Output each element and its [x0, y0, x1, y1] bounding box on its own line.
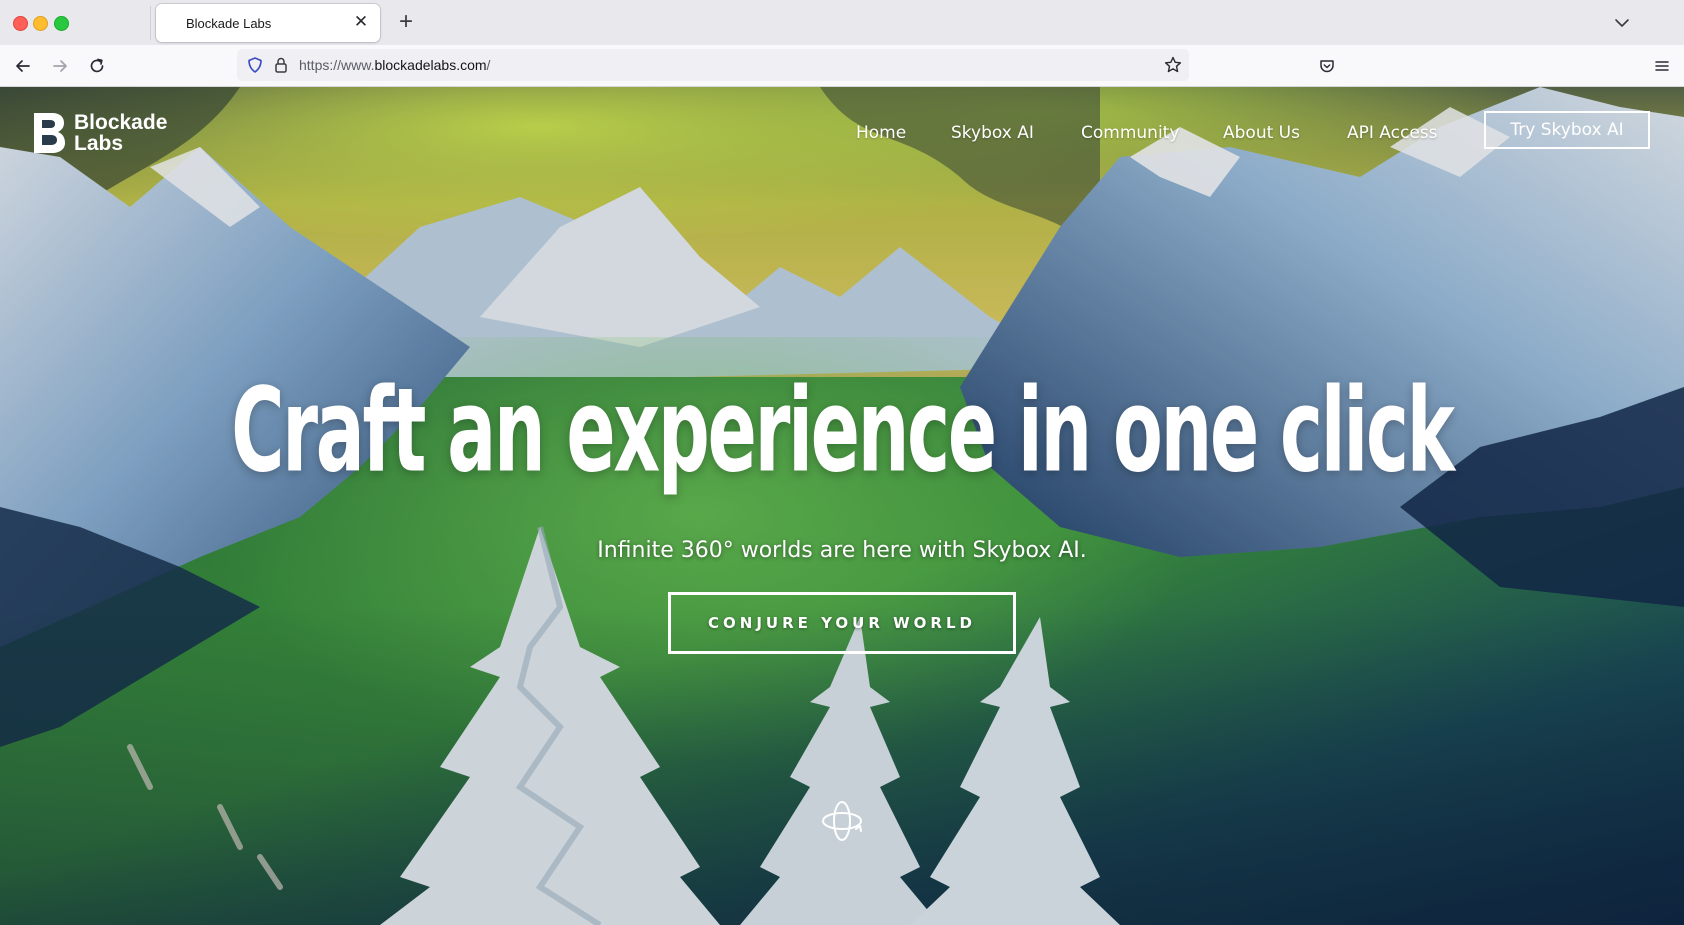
tab-list-chevron-icon[interactable]	[1610, 12, 1634, 34]
url-domain: blockadelabs.com	[374, 57, 487, 73]
app-menu-button[interactable]	[1649, 53, 1675, 79]
url-text[interactable]: https://www.blockadelabs.com/	[299, 57, 490, 73]
new-tab-button[interactable]: +	[393, 9, 419, 35]
lock-icon[interactable]	[272, 56, 290, 74]
forward-button[interactable]	[47, 53, 73, 79]
arrow-left-icon	[16, 60, 30, 72]
pocket-button[interactable]	[1314, 53, 1340, 79]
conjure-world-button[interactable]: CONJURE YOUR WORLD	[668, 592, 1016, 654]
site-navigation: Home Skybox AI Community About Us API Ac…	[0, 123, 1684, 147]
navigation-toolbar: https://www.blockadelabs.com/	[0, 45, 1684, 87]
reload-button[interactable]	[84, 53, 110, 79]
window-close-button[interactable]	[13, 16, 28, 31]
page-viewport: Blockade Labs Home Skybox AI Community A…	[0, 87, 1684, 925]
tab-strip: Blockade Labs ✕ +	[0, 0, 1684, 45]
url-path: /	[486, 57, 491, 73]
window-maximize-button[interactable]	[54, 16, 69, 31]
address-bar[interactable]: https://www.blockadelabs.com/	[237, 49, 1189, 81]
hamburger-icon	[1655, 61, 1669, 71]
tab-close-icon[interactable]: ✕	[351, 12, 371, 32]
reload-icon	[90, 58, 104, 73]
browser-window: Blockade Labs ✕ + https://www.blockadela…	[0, 0, 1684, 925]
arrow-right-icon	[53, 60, 67, 72]
window-minimize-button[interactable]	[33, 16, 48, 31]
nav-api-link[interactable]: API Access	[1347, 123, 1438, 143]
nav-about-link[interactable]: About Us	[1223, 123, 1300, 143]
shield-icon[interactable]	[246, 56, 264, 74]
url-scheme: https://www.	[299, 57, 375, 73]
tab-blockade-labs[interactable]: Blockade Labs ✕	[156, 4, 380, 42]
hero-headline: Craft an experience in one click	[231, 364, 1455, 499]
nav-community-link[interactable]: Community	[1081, 123, 1179, 143]
try-skybox-button[interactable]: Try Skybox AI	[1484, 111, 1650, 149]
tab-divider	[150, 6, 151, 40]
pocket-icon	[1320, 60, 1334, 73]
tab-title: Blockade Labs	[186, 16, 272, 31]
star-icon[interactable]	[1163, 55, 1183, 75]
nav-skybox-link[interactable]: Skybox AI	[951, 123, 1034, 143]
hero-subheadline: Infinite 360° worlds are here with Skybo…	[597, 538, 1087, 563]
back-button[interactable]	[10, 53, 36, 79]
orbit-360-icon[interactable]	[820, 799, 864, 843]
nav-home-link[interactable]: Home	[856, 123, 906, 143]
